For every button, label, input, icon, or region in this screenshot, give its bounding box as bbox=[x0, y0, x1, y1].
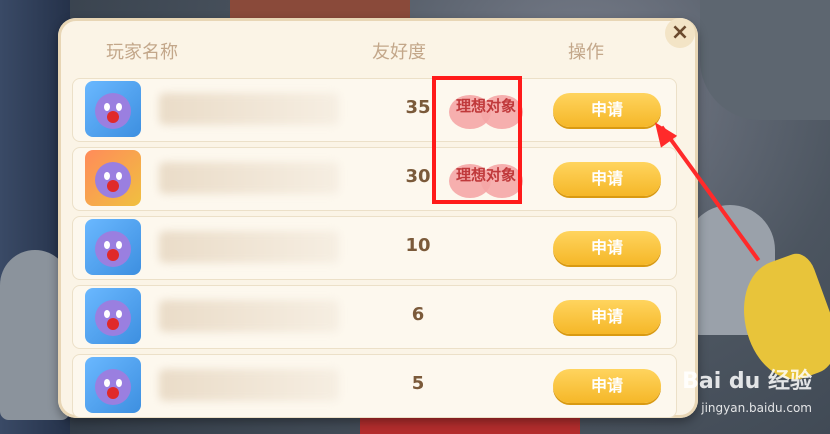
player-row-2: 30 理想对象 申请 bbox=[72, 147, 677, 211]
friend-list-panel: 玩家名称 友好度 操作 35 理想对象 申请 30 理想对象 申请 10 申请 … bbox=[58, 18, 698, 418]
watermark-brand: Bai du 经验 bbox=[682, 369, 812, 394]
friendship-score: 5 bbox=[411, 373, 425, 394]
player-name-blurred bbox=[159, 93, 339, 125]
player-name-blurred bbox=[159, 231, 339, 263]
column-header-friendship: 友好度 bbox=[372, 42, 426, 63]
baidu-watermark: Bai du 经验 jingyan.baidu.com bbox=[682, 363, 812, 415]
apply-button[interactable]: 申请 bbox=[553, 231, 661, 265]
player-name-blurred bbox=[159, 300, 339, 332]
friendship-score: 6 bbox=[411, 304, 425, 325]
player-name-blurred bbox=[159, 369, 339, 401]
player-name-blurred bbox=[159, 162, 339, 194]
watermark-url: jingyan.baidu.com bbox=[701, 401, 812, 415]
apply-button[interactable]: 申请 bbox=[553, 93, 661, 127]
player-row-3: 10 申请 bbox=[72, 216, 677, 280]
player-avatar[interactable] bbox=[85, 150, 141, 206]
apply-button[interactable]: 申请 bbox=[553, 369, 661, 403]
player-avatar[interactable] bbox=[85, 357, 141, 413]
player-avatar[interactable] bbox=[85, 219, 141, 275]
annotation-highlight-box bbox=[432, 76, 522, 204]
player-row-5: 5 申请 bbox=[72, 354, 677, 418]
player-avatar[interactable] bbox=[85, 288, 141, 344]
apply-button[interactable]: 申请 bbox=[553, 300, 661, 334]
player-avatar[interactable] bbox=[85, 81, 141, 137]
column-header-name: 玩家名称 bbox=[106, 42, 178, 63]
background-statue bbox=[700, 0, 830, 120]
player-list: 35 理想对象 申请 30 理想对象 申请 10 申请 6 申请 5 申请 bbox=[72, 78, 677, 423]
column-header-action: 操作 bbox=[568, 42, 604, 63]
player-row-1: 35 理想对象 申请 bbox=[72, 78, 677, 142]
apply-button[interactable]: 申请 bbox=[553, 162, 661, 196]
player-row-4: 6 申请 bbox=[72, 285, 677, 349]
close-icon[interactable]: × bbox=[665, 18, 695, 48]
friendship-score: 10 bbox=[405, 235, 431, 256]
